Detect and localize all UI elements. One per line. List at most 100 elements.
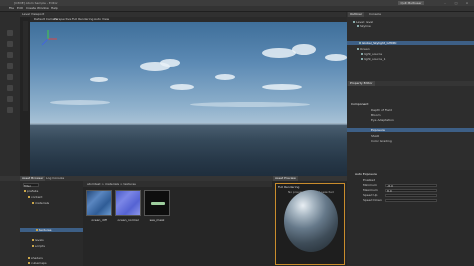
asset-folder-tree: filter prefabs content materials texture… <box>20 181 83 266</box>
component-group-header[interactable]: Component <box>351 102 368 106</box>
property-speed-up: Speed Up <box>347 193 474 197</box>
outliner-row[interactable]: Ocean <box>357 47 370 51</box>
property-label: Speed Down <box>363 198 382 202</box>
thumbnail-label: ocean_diff <box>91 218 107 222</box>
folder-label: cubemaps <box>31 261 47 265</box>
property-section-header[interactable]: Auto Exposure <box>355 172 377 176</box>
component-row[interactable]: Color Grading <box>371 139 392 143</box>
property-speed-down-input[interactable] <box>385 198 437 202</box>
folder-label: content <box>31 195 43 199</box>
texture-preview <box>87 191 111 215</box>
outliner-row-label: Skyline <box>360 24 371 28</box>
breadcrumb[interactable]: atomtest > materials > textures <box>87 181 136 187</box>
property-enabled: Enabled <box>347 178 474 182</box>
folder-label: textures <box>39 228 52 232</box>
outliner-row[interactable]: light_source <box>361 52 382 56</box>
property-minimum-input[interactable]: -8.0 <box>385 183 437 187</box>
cloud <box>262 48 296 58</box>
asset-browser-left-strip <box>0 181 20 266</box>
outliner-row-label: light_source <box>364 52 383 56</box>
cloud <box>292 44 316 55</box>
folder-label: prefabs <box>27 189 39 193</box>
cloud <box>262 84 302 90</box>
app-title: [O3DE] Atom Sample - Editor <box>14 1 58 5</box>
folder-row[interactable]: levels <box>32 238 44 242</box>
folder-label: levels <box>35 238 44 242</box>
folder-row[interactable]: cubemaps <box>28 261 47 265</box>
tab-console[interactable]: Console <box>367 12 383 17</box>
right-panel: Outliner Console Level: level Skyline Gl… <box>347 12 474 170</box>
rotate-tool-icon[interactable] <box>7 52 13 58</box>
property-minimum: Minimum -8.0 <box>347 183 474 187</box>
scene-viewport[interactable] <box>30 22 367 186</box>
select-tool-icon[interactable] <box>7 30 13 36</box>
axis-gizmo-icon <box>41 30 57 46</box>
move-tool-icon[interactable] <box>7 41 13 47</box>
folder-label: shaders <box>31 256 43 260</box>
component-row[interactable]: Depth of Field <box>371 108 392 112</box>
asset-preview-header: Asset Preview <box>272 176 347 181</box>
folder-row[interactable]: scripts <box>32 244 45 248</box>
component-row[interactable]: SSAO <box>371 134 379 138</box>
cloud <box>215 74 235 80</box>
cloud <box>325 54 347 61</box>
lock-tool-icon[interactable] <box>7 107 13 113</box>
texture-thumbnail[interactable] <box>115 190 141 216</box>
cloud <box>50 100 110 105</box>
thumbnail-label: ocean_normal <box>117 218 139 222</box>
outliner-tabs: Outliner Console <box>347 12 474 17</box>
cloud <box>170 84 194 90</box>
asset-breadcrumb-bar: atomtest > materials > textures <box>83 181 272 187</box>
texture-thumbnail[interactable] <box>86 190 112 216</box>
tab-outliner[interactable]: Outliner <box>348 12 365 17</box>
folder-row[interactable]: shaders <box>28 256 43 260</box>
folder-row-selected[interactable]: textures <box>20 228 83 232</box>
folder-row[interactable]: content <box>28 195 43 199</box>
folder-row[interactable]: prefabs <box>24 189 38 193</box>
texture-preview <box>116 191 140 215</box>
component-row-selected[interactable]: Exposure <box>347 128 474 132</box>
property-label: Maximum <box>363 188 378 192</box>
cloud <box>90 77 108 82</box>
cloud <box>160 59 180 67</box>
preview-mode-label: Full Rendering <box>278 185 300 189</box>
texture-preview <box>151 202 165 205</box>
property-speed-down: Speed Down <box>347 198 474 202</box>
quit-multiuser-button[interactable]: Quit Multiuser <box>398 1 424 5</box>
outliner-row[interactable]: Skyline <box>357 24 371 28</box>
properties-panel: Auto Exposure Enabled Minimum -8.0 Maxim… <box>347 170 474 266</box>
preview-render-area[interactable]: Full Rendering No previewable asset sele… <box>275 183 345 265</box>
property-speed-up-input[interactable] <box>385 193 437 197</box>
property-label: Enabled <box>363 178 376 182</box>
cloud <box>190 102 310 107</box>
inspector-title: Property Editor <box>348 81 375 86</box>
viewport-panel: Level Viewport Default Camera Perspectiv… <box>20 12 367 186</box>
outliner-row[interactable]: light_source_1 <box>361 57 386 61</box>
component-row[interactable]: Eye Adaptation <box>371 118 394 122</box>
folder-label: materials <box>35 201 50 205</box>
asset-filter-input[interactable]: filter <box>23 183 39 188</box>
viewport-side-strip <box>23 21 28 111</box>
horizon-line <box>30 123 367 124</box>
property-label: Minimum <box>363 183 377 187</box>
property-maximum-input[interactable]: 8.0 <box>385 188 437 192</box>
scale-tool-icon[interactable] <box>7 63 13 69</box>
property-maximum: Maximum 8.0 <box>347 188 474 192</box>
outliner-row-label: Ocean <box>360 47 370 51</box>
asset-preview-title: Asset Preview <box>273 176 298 181</box>
snap-tool-icon[interactable] <box>7 74 13 80</box>
texture-thumbnail[interactable] <box>144 190 170 216</box>
asset-preview-panel: Asset Preview Full Rendering No previewa… <box>272 176 347 266</box>
outliner-row-selected[interactable]: Global_Skylight_GHDRI <box>347 41 474 45</box>
folder-row[interactable]: materials <box>32 201 49 205</box>
folder-label: scripts <box>35 244 45 248</box>
terrain-tool-icon[interactable] <box>7 85 13 91</box>
inspector-header: Property Editor <box>347 81 474 86</box>
outliner-row-label: Global_Skylight_GHDRI <box>362 41 397 45</box>
paint-tool-icon[interactable] <box>7 96 13 102</box>
outliner-row-label: light_source_1 <box>364 57 386 61</box>
component-row[interactable]: Bloom <box>371 113 381 117</box>
thumbnail-label: sea_mask <box>149 218 165 222</box>
material-preview-sphere <box>284 190 338 252</box>
left-toolbar <box>0 12 20 176</box>
